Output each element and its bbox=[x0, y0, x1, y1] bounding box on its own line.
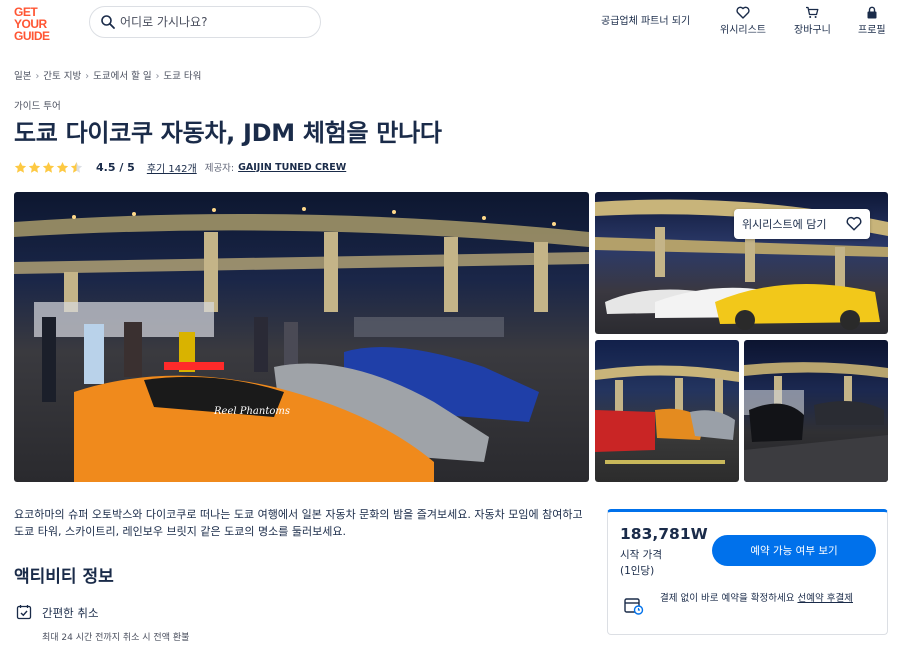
cart-nav[interactable]: 장바구니 bbox=[794, 6, 831, 36]
star-icon bbox=[42, 161, 55, 173]
breadcrumb-item[interactable]: 도쿄에서 할 일 bbox=[93, 71, 151, 82]
breadcrumb-separator: › bbox=[155, 71, 160, 82]
getyourguide-logo[interactable]: GET YOUR GUIDE bbox=[14, 6, 58, 42]
star-icon bbox=[56, 161, 69, 173]
profile-nav[interactable]: 프로필 bbox=[858, 6, 886, 36]
wishlist-button-label: 위시리스트에 담기 bbox=[742, 218, 827, 231]
windshield-banner: Reel Phantoms bbox=[213, 406, 290, 417]
calendar-clock-icon bbox=[624, 598, 644, 615]
breadcrumb-separator: › bbox=[35, 71, 40, 82]
star-icon bbox=[28, 161, 41, 173]
rating-score: 4.5 / 5 bbox=[96, 160, 135, 174]
free-cancellation-title: 간편한 취소 bbox=[42, 606, 99, 620]
wishlist-nav[interactable]: 위시리스트 bbox=[720, 6, 766, 36]
provider-label: 제공자: bbox=[204, 163, 235, 174]
image-3-scene bbox=[595, 365, 739, 464]
reviews-link[interactable]: 후기 142개 bbox=[147, 160, 197, 175]
price: 183,781W bbox=[620, 525, 708, 543]
rating-stars bbox=[14, 161, 84, 174]
reserve-pay-later-link[interactable]: 선예약 후결제 bbox=[797, 593, 852, 604]
reserve-note-text: 결제 없이 바로 예약을 확정하세요 bbox=[660, 593, 795, 604]
main-gallery-image[interactable]: Reel Phantoms bbox=[14, 192, 589, 482]
product-description: 요코하마의 슈퍼 오토박스와 다이코쿠로 떠나는 도쿄 여행에서 일본 자동차 … bbox=[14, 508, 583, 538]
header: GET YOUR GUIDE 공급업체 파트너 되기 위시리스트 장바구니 프로… bbox=[0, 0, 900, 52]
cart-label: 장바구니 bbox=[794, 25, 831, 36]
star-icon bbox=[14, 161, 27, 173]
rating-row: 4.5 / 5 후기 142개 제공자: GAIJIN TUNED CREW bbox=[14, 159, 346, 175]
provider-link[interactable]: GAIJIN TUNED CREW bbox=[238, 162, 346, 173]
search-bar[interactable] bbox=[89, 6, 321, 38]
activity-section-title: 액티비티 정보 bbox=[14, 567, 114, 587]
breadcrumb-item[interactable]: 간토 지방 bbox=[43, 71, 81, 82]
product-type: 가이드 투어 bbox=[14, 101, 61, 112]
breadcrumb-item[interactable]: 일본 bbox=[14, 71, 31, 82]
main-image-scene: Reel Phantoms bbox=[14, 207, 589, 482]
price-unit: (1인당) bbox=[620, 565, 655, 577]
gallery-image-4[interactable] bbox=[744, 340, 888, 482]
search-input[interactable] bbox=[120, 12, 310, 32]
breadcrumb-separator: › bbox=[85, 71, 90, 82]
half-star-icon bbox=[70, 161, 83, 173]
lock-icon bbox=[867, 6, 877, 19]
calendar-check-icon bbox=[16, 605, 32, 620]
add-to-wishlist-button[interactable]: 위시리스트에 담기 bbox=[734, 209, 870, 239]
heart-icon bbox=[846, 216, 862, 231]
booking-card: 183,781W 시작 가격 (1인당) 예약 가능 여부 보기 결제 없이 바… bbox=[607, 509, 888, 635]
heart-icon bbox=[736, 6, 750, 19]
partner-link[interactable]: 공급업체 파트너 되기 bbox=[601, 12, 690, 27]
price-label: 시작 가격 bbox=[620, 549, 662, 561]
cart-icon bbox=[806, 6, 819, 18]
breadcrumb-item[interactable]: 도쿄 타워 bbox=[163, 71, 201, 82]
logo-line-3: GUIDE bbox=[14, 29, 50, 43]
search-icon bbox=[101, 15, 115, 29]
image-4-scene bbox=[744, 362, 888, 482]
gallery-image-3[interactable] bbox=[595, 340, 739, 482]
page-title: 도쿄 다이코쿠 자동차, JDM 체험을 만나다 bbox=[14, 119, 442, 147]
check-availability-button[interactable]: 예약 가능 여부 보기 bbox=[712, 535, 876, 566]
profile-label: 프로필 bbox=[858, 25, 886, 36]
wishlist-label: 위시리스트 bbox=[720, 25, 766, 36]
reserve-now-note: 결제 없이 바로 예약을 확정하세요 선예약 후결제 bbox=[660, 591, 880, 606]
free-cancellation-detail: 최대 24 시간 전까지 취소 시 전액 환불 bbox=[42, 633, 190, 643]
breadcrumb: 일본 › 간토 지방 › 도쿄에서 할 일 › 도쿄 타워 bbox=[14, 68, 201, 82]
